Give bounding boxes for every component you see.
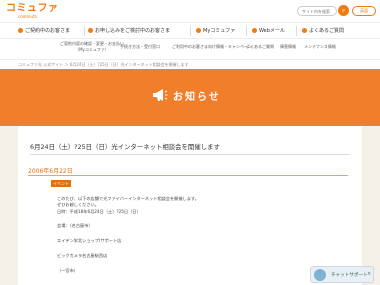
subnav-item-outage[interactable]: 障害情報 xyxy=(280,44,296,50)
nav-label: ご契約中のお客さま xyxy=(25,28,71,34)
article-paragraph: （一宮市） xyxy=(57,268,78,273)
article-paragraph: 日時：平成18年6月24日（土）?25日（日） xyxy=(57,209,141,214)
chat-support-widget[interactable]: チャットサポート × xyxy=(310,266,374,283)
main-nav: ご契約中のお客さま お申し込みをご検討中のお客さま Myコミュファ Webメール… xyxy=(0,22,380,39)
megaphone-icon xyxy=(153,89,168,101)
house-icon xyxy=(88,28,93,33)
logo-main-text: コミュファ xyxy=(6,3,59,14)
article-paragraph: ビックカメラ名古屋駅西店 xyxy=(57,253,108,258)
breadcrumb[interactable]: コミュファ光 公式サイト ＞ 6月24日（土）?25日（日）光インターネット相談… xyxy=(0,59,380,69)
my-icon xyxy=(196,28,201,33)
page-banner: お知らせ xyxy=(0,69,380,126)
nav-item-prospective-customers[interactable]: お申し込みをご検討中のお客さま xyxy=(88,23,170,39)
page-title: お知らせ xyxy=(173,92,221,103)
nav-item-current-customers[interactable]: ご契約中のお客さま xyxy=(18,23,70,39)
nav-divider xyxy=(190,26,191,36)
nav-label: お申し込みをご検討中のお客さま xyxy=(95,28,171,34)
subnav-line: お客さま向け xyxy=(192,44,216,49)
nav-divider xyxy=(296,26,297,36)
logo-sub-text: commufa xyxy=(18,14,37,19)
search-icon[interactable]: ⌕ xyxy=(338,5,349,16)
nav-item-faq[interactable]: よくあるご質問 xyxy=(302,23,344,39)
divider xyxy=(30,154,350,155)
site-logo[interactable]: コミュファ commufa xyxy=(6,3,66,20)
subnav-line: 障害情報 xyxy=(280,44,296,49)
article-paragraph: 会場：（名古屋市） xyxy=(57,223,93,228)
nav-divider xyxy=(84,26,85,36)
nav-label: Webメール xyxy=(259,28,285,34)
article-date: 2006年6月22日 xyxy=(28,168,73,175)
subnav-line: ご利用中の xyxy=(172,44,192,49)
user-icon xyxy=(18,28,23,33)
nav-divider xyxy=(246,26,247,36)
chat-icon xyxy=(314,269,326,281)
subnav-item-procedures[interactable]: 手続き方法・受付窓口 xyxy=(120,44,160,50)
site-header: コミュファ commufa ⌕ 英語 xyxy=(0,0,380,22)
subnav-item-maintenance[interactable]: メンテナンス情報 xyxy=(304,44,336,50)
subnav-line: メンテナンス情報 xyxy=(304,44,336,49)
close-icon[interactable]: × xyxy=(367,271,371,277)
article-title: 6月24日（土）?25日（日）光インターネット相談会を開催します xyxy=(30,143,220,151)
subnav-item-contract[interactable]: ご契約内容の確認・変更・お支払い （Myコミュファ） xyxy=(60,41,124,53)
subnav-item-campaigns[interactable]: ご利用中のお客さま向け情報・キャンペーン xyxy=(172,44,252,50)
nav-label: よくあるご質問 xyxy=(309,28,345,34)
subnav-line: （Myコミュファ） xyxy=(75,47,109,52)
article-paragraph: ぜひお越しください。 xyxy=(57,202,99,207)
article-paragraph: エイデン栄北ショップ(サポート店 xyxy=(57,238,122,243)
subnav-line: ご契約内容の確認・変更・ xyxy=(60,41,108,46)
nav-item-my-commufa[interactable]: Myコミュファ xyxy=(196,23,235,39)
language-toggle[interactable]: 英語 xyxy=(352,6,376,16)
subnav-line: よくあるご質問 xyxy=(246,44,274,49)
chat-label: チャットサポート xyxy=(331,273,368,278)
search-input[interactable] xyxy=(297,6,337,16)
divider xyxy=(28,175,348,176)
nav-label: Myコミュファ xyxy=(203,28,236,34)
question-icon xyxy=(302,28,307,33)
subnav-item-faq[interactable]: よくあるご質問 xyxy=(246,44,274,50)
sub-nav: ご契約内容の確認・変更・お支払い （Myコミュファ） 手続き方法・受付窓口 ご利… xyxy=(0,39,380,59)
subnav-line: 手続き方法・受付窓口 xyxy=(120,44,160,49)
category-badge: イベント xyxy=(51,180,71,187)
mail-icon xyxy=(252,28,257,33)
nav-item-webmail[interactable]: Webメール xyxy=(252,23,285,39)
